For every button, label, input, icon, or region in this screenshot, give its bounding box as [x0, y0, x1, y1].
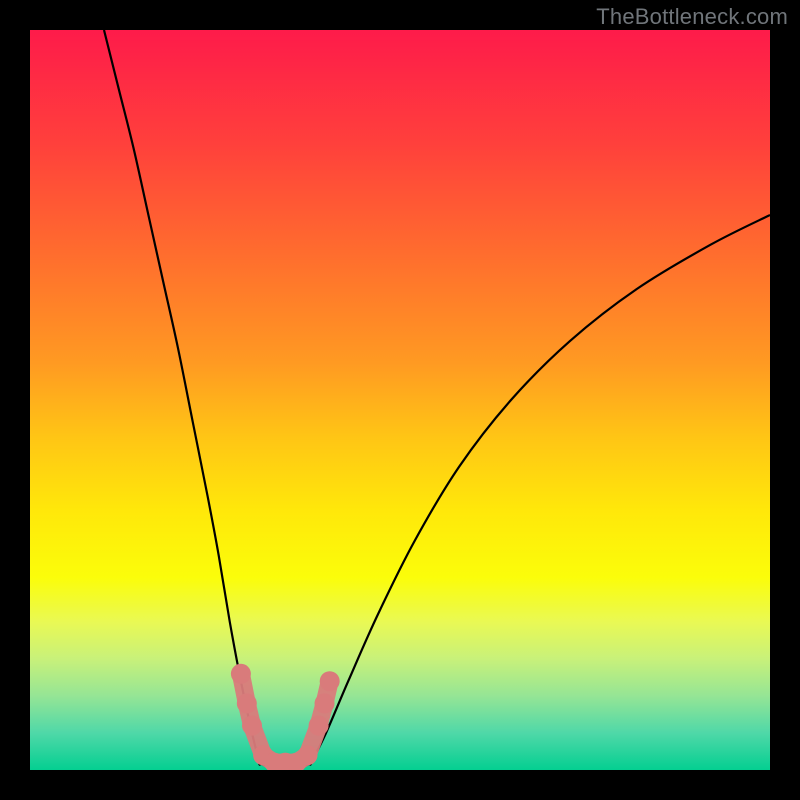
chart-svg: [30, 30, 770, 770]
plot-area: [30, 30, 770, 770]
valley-marker: [298, 745, 318, 765]
bottleneck-curve: [104, 30, 770, 768]
valley-marker: [315, 693, 335, 713]
valley-marker: [320, 671, 340, 691]
valley-marker: [237, 693, 257, 713]
valley-marker: [242, 716, 262, 736]
chart-frame: TheBottleneck.com: [0, 0, 800, 800]
curve-group: [104, 30, 770, 768]
marker-group: [231, 664, 340, 770]
valley-marker: [309, 716, 329, 736]
watermark-text: TheBottleneck.com: [596, 4, 788, 30]
valley-marker: [231, 664, 251, 684]
